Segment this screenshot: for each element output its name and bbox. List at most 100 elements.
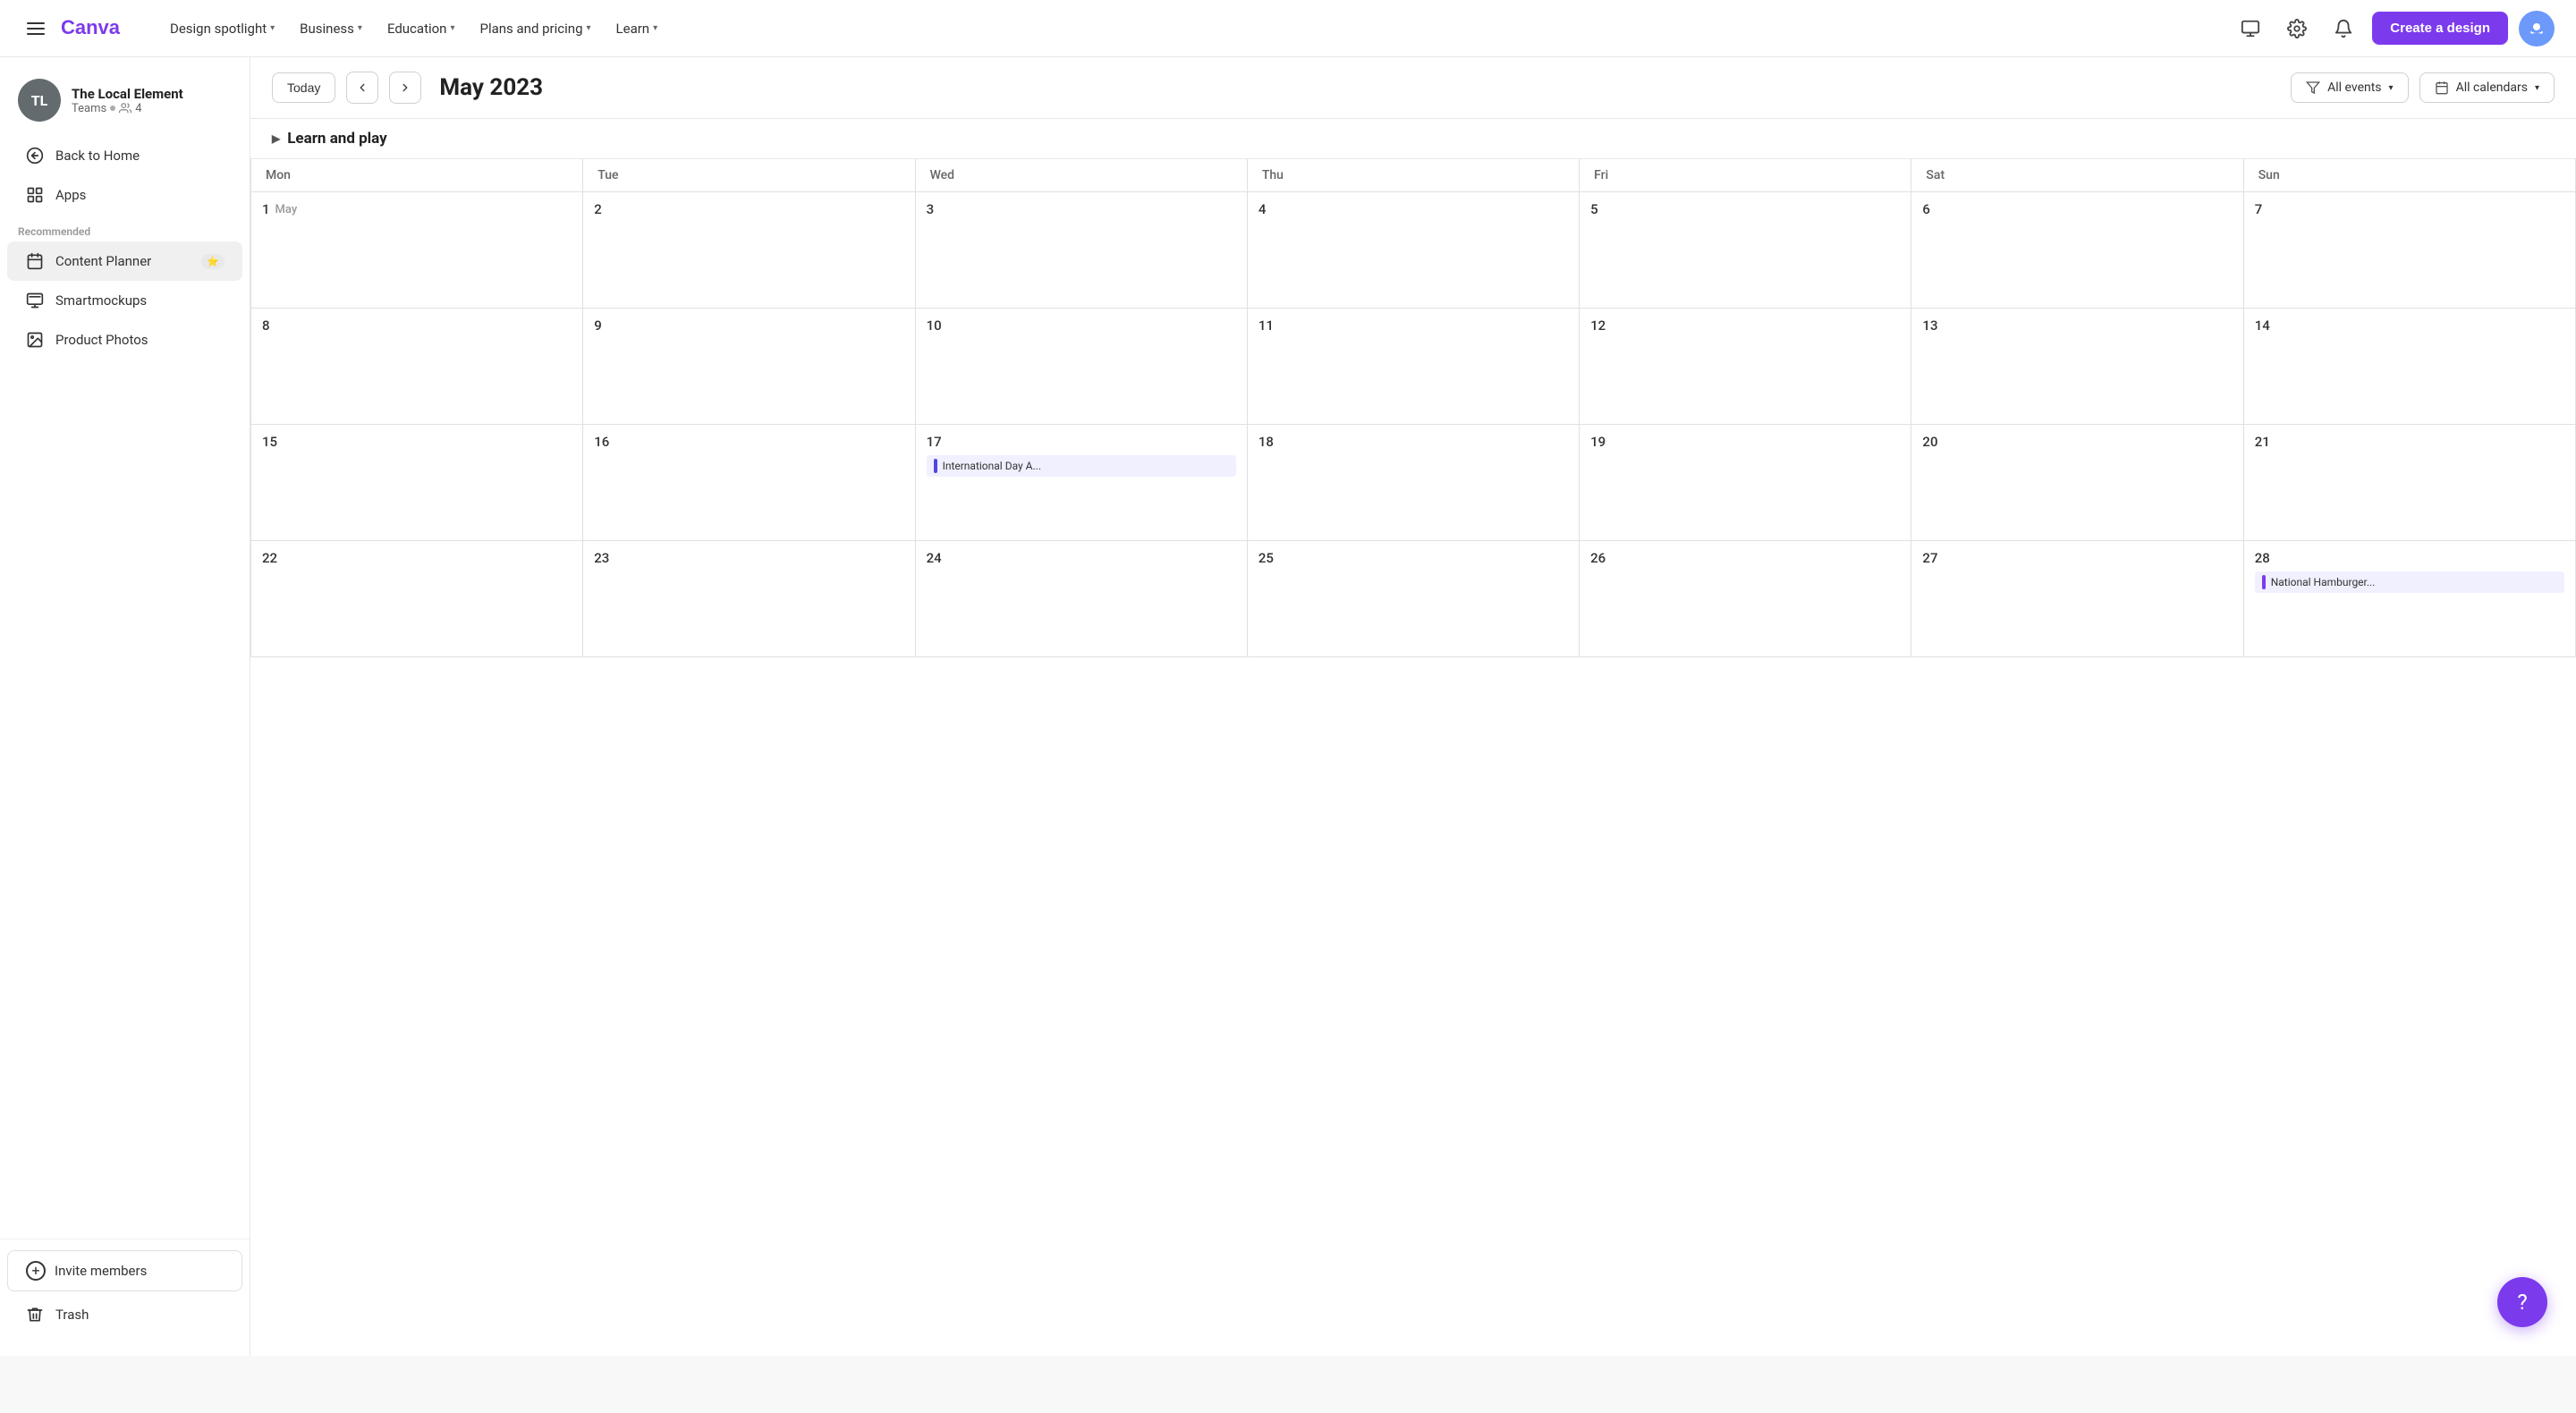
settings-icon[interactable]: [2279, 11, 2315, 47]
recommended-label: Recommended: [0, 215, 250, 241]
calendar-grid: Mon Tue Wed Thu Fri Sat Sun 1May 2 3 4 5…: [250, 159, 2576, 657]
nav-business[interactable]: Business ▾: [289, 13, 373, 44]
calendar-grid-container: Mon Tue Wed Thu Fri Sat Sun 1May 2 3 4 5…: [250, 159, 2576, 1356]
event-color-dot: [2262, 575, 2266, 589]
canva-logo[interactable]: Canva: [61, 14, 141, 43]
next-month-button[interactable]: [389, 72, 421, 104]
product-photos-icon: [25, 330, 45, 350]
calendar-section-header[interactable]: ▶ Learn and play: [250, 119, 2576, 159]
cal-day-1[interactable]: 1May: [251, 192, 583, 309]
day-header-sat: Sat: [1911, 159, 2243, 192]
apps-icon: [25, 185, 45, 205]
cal-day-15[interactable]: 15: [251, 425, 583, 541]
cal-event-national-hamburger[interactable]: National Hamburger...: [2255, 571, 2564, 593]
sidebar-apps[interactable]: Apps: [7, 175, 242, 215]
cal-day-6[interactable]: 6: [1911, 192, 2243, 309]
day-header-wed: Wed: [916, 159, 1248, 192]
nav-design-spotlight[interactable]: Design spotlight ▾: [159, 13, 285, 44]
nav-education[interactable]: Education ▾: [377, 13, 466, 44]
cal-day-17[interactable]: 17 International Day A...: [916, 425, 1248, 541]
nav-right-actions: Create a design: [2233, 11, 2555, 47]
hamburger-menu[interactable]: [21, 17, 50, 40]
cal-day-25[interactable]: 25: [1248, 541, 1580, 657]
main-content: Today May 2023 All events ▾ All calendar…: [250, 57, 2576, 1356]
chevron-down-icon: ▾: [270, 23, 275, 33]
day-header-thu: Thu: [1248, 159, 1580, 192]
separator-dot: [110, 106, 115, 111]
filter-icon: [2306, 80, 2320, 95]
chevron-down-icon: ▾: [2389, 83, 2394, 93]
sidebar-bottom: + Invite members Trash: [0, 1239, 250, 1341]
chevron-down-icon: ▾: [450, 23, 454, 33]
cal-event-international-day[interactable]: International Day A...: [927, 455, 1236, 477]
section-chevron-icon: ▶: [272, 132, 280, 145]
cal-day-20[interactable]: 20: [1911, 425, 2243, 541]
user-avatar[interactable]: [2519, 11, 2555, 47]
desktop-icon[interactable]: [2233, 11, 2268, 47]
nav-learn[interactable]: Learn ▾: [606, 13, 669, 44]
fab-help-button[interactable]: ?: [2497, 1277, 2547, 1327]
cal-day-23[interactable]: 23: [583, 541, 915, 657]
sidebar-smartmockups[interactable]: Smartmockups: [7, 281, 242, 320]
cal-day-24[interactable]: 24: [916, 541, 1248, 657]
chevron-down-icon: ▾: [587, 23, 591, 33]
day-header-sun: Sun: [2244, 159, 2576, 192]
cal-day-11[interactable]: 11: [1248, 309, 1580, 425]
cal-day-18[interactable]: 18: [1248, 425, 1580, 541]
cal-day-12[interactable]: 12: [1580, 309, 1911, 425]
day-header-fri: Fri: [1580, 159, 1911, 192]
chevron-down-icon: ▾: [653, 23, 657, 33]
cal-day-5[interactable]: 5: [1580, 192, 1911, 309]
bell-icon[interactable]: [2326, 11, 2361, 47]
content-planner-icon: [25, 251, 45, 271]
cal-day-28[interactable]: 28 National Hamburger...: [2244, 541, 2576, 657]
content-planner-badge: ⭐: [201, 254, 225, 269]
all-calendars-filter[interactable]: All calendars ▾: [2419, 72, 2555, 103]
smartmockups-icon: [25, 291, 45, 310]
sidebar-product-photos[interactable]: Product Photos: [7, 320, 242, 360]
all-events-filter[interactable]: All events ▾: [2291, 72, 2408, 103]
sidebar-user-section: TL The Local Element Teams 4: [0, 72, 250, 136]
nav-plans-pricing[interactable]: Plans and pricing ▾: [470, 13, 602, 44]
cal-day-16[interactable]: 16: [583, 425, 915, 541]
invite-members-button[interactable]: + Invite members: [7, 1250, 242, 1291]
cal-day-9[interactable]: 9: [583, 309, 915, 425]
cal-day-14[interactable]: 14: [2244, 309, 2576, 425]
svg-text:Canva: Canva: [61, 16, 121, 38]
cal-day-27[interactable]: 27: [1911, 541, 2243, 657]
nav-links: Design spotlight ▾ Business ▾ Education …: [159, 13, 2225, 44]
trash-icon: [25, 1305, 45, 1324]
cal-day-13[interactable]: 13: [1911, 309, 2243, 425]
chevron-down-icon: ▾: [2535, 83, 2539, 93]
people-icon: [119, 102, 131, 114]
back-arrow-icon: [25, 146, 45, 165]
sidebar-user-info: The Local Element Teams 4: [72, 86, 183, 115]
cal-day-8[interactable]: 8: [251, 309, 583, 425]
sidebar-content-planner[interactable]: Content Planner ⭐: [7, 241, 242, 281]
sidebar-back-to-home[interactable]: Back to Home: [7, 136, 242, 175]
plus-icon: +: [26, 1261, 46, 1281]
cal-day-2[interactable]: 2: [583, 192, 915, 309]
create-design-button[interactable]: Create a design: [2372, 12, 2508, 45]
sidebar: TL The Local Element Teams 4 Back to Hom…: [0, 57, 250, 1356]
event-color-dot: [934, 459, 937, 473]
cal-day-10[interactable]: 10: [916, 309, 1248, 425]
prev-month-button[interactable]: [346, 72, 378, 104]
calendar-month-title: May 2023: [439, 74, 2280, 101]
top-navigation: Canva Design spotlight ▾ Business ▾ Educ…: [0, 0, 2576, 57]
cal-day-22[interactable]: 22: [251, 541, 583, 657]
today-button[interactable]: Today: [272, 72, 335, 103]
calendar-header: Today May 2023 All events ▾ All calendar…: [250, 57, 2576, 119]
chevron-down-icon: ▾: [358, 23, 362, 33]
cal-day-21[interactable]: 21: [2244, 425, 2576, 541]
day-header-mon: Mon: [251, 159, 583, 192]
cal-day-26[interactable]: 26: [1580, 541, 1911, 657]
user-team-avatar: TL: [18, 79, 61, 122]
cal-day-7[interactable]: 7: [2244, 192, 2576, 309]
day-header-tue: Tue: [583, 159, 915, 192]
cal-day-4[interactable]: 4: [1248, 192, 1580, 309]
calendar-icon: [2435, 80, 2449, 95]
sidebar-trash[interactable]: Trash: [7, 1295, 242, 1334]
cal-day-3[interactable]: 3: [916, 192, 1248, 309]
cal-day-19[interactable]: 19: [1580, 425, 1911, 541]
